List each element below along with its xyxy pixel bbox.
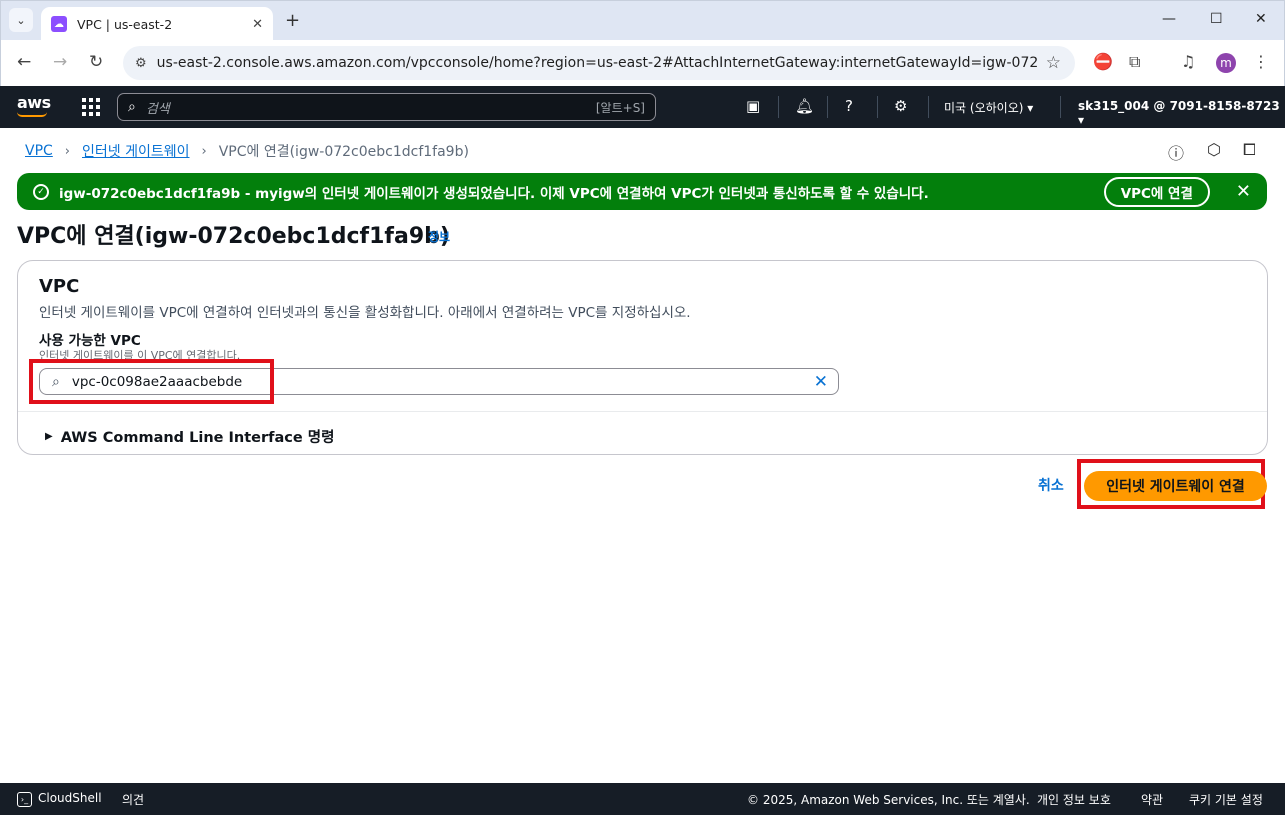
flash-attach-vpc-button[interactable]: VPC에 연결 bbox=[1103, 176, 1210, 207]
address-bar-row: ← → ↻ ⚙ us-east-2.console.aws.amazon.com… bbox=[0, 40, 1285, 86]
vpc-favicon-icon: ☁ bbox=[51, 16, 67, 32]
expander-label: AWS Command Line Interface 명령 bbox=[60, 430, 335, 446]
page-title: VPC에 연결(igw-072c0ebc1dcf1fa9b) bbox=[17, 224, 450, 249]
help-icon[interactable]: ? bbox=[845, 97, 853, 115]
flash-message: igw-072c0ebc1dcf1fa9b - myigw의 인터넷 게이트웨이… bbox=[59, 185, 929, 202]
aws-logo-smile-icon bbox=[17, 112, 47, 117]
breadcrumb-vpc[interactable]: VPC bbox=[25, 143, 53, 159]
success-check-icon: ✓ bbox=[33, 183, 49, 200]
maximize-icon[interactable]: ☐ bbox=[1210, 11, 1223, 27]
footer-cloudshell[interactable]: CloudShell bbox=[38, 791, 102, 805]
highlight-box-vpc-input bbox=[29, 359, 274, 404]
bookmark-star-icon[interactable]: ☆ bbox=[1046, 53, 1061, 73]
caret-right-icon: ▶ bbox=[45, 431, 53, 442]
available-vpc-label: 사용 가능한 VPC bbox=[39, 333, 141, 349]
window-close-icon[interactable]: ✕ bbox=[1255, 11, 1267, 27]
browser-menu-icon[interactable]: ⋮ bbox=[1253, 52, 1269, 71]
cloudshell-icon: ›_ bbox=[17, 792, 32, 807]
extension-adblock-icon[interactable]: ⛔ bbox=[1093, 52, 1113, 71]
footer-terms[interactable]: 약관 bbox=[1141, 791, 1163, 808]
footer-cookies[interactable]: 쿠키 기본 설정 bbox=[1189, 791, 1263, 808]
attach-internet-gateway-button[interactable]: 인터넷 게이트웨이 연결 bbox=[1084, 471, 1267, 501]
vpc-container: VPC 인터넷 게이트웨이를 VPC에 연결하여 인터넷과의 통신을 활성화합니… bbox=[17, 260, 1268, 455]
chevron-right-icon: › bbox=[201, 143, 207, 159]
profile-avatar[interactable]: m bbox=[1216, 53, 1236, 73]
info-link[interactable]: 정보 bbox=[428, 228, 450, 245]
services-grid-icon[interactable] bbox=[82, 98, 100, 116]
aws-logo[interactable]: aws bbox=[17, 93, 51, 112]
aws-top-nav: aws ⌕ 검색 [알트+S] ▣ 🔔︎ ? ⚙ 미국 (오하이오) ▾ sk3… bbox=[0, 86, 1285, 128]
clear-input-icon[interactable]: ✕ bbox=[814, 372, 828, 392]
url-omnibox[interactable]: ⚙ us-east-2.console.aws.amazon.com/vpcco… bbox=[123, 46, 1075, 80]
divider bbox=[18, 411, 1267, 412]
console-footer: ›_ CloudShell 의견 © 2025, Amazon Web Serv… bbox=[0, 783, 1285, 815]
region-selector[interactable]: 미국 (오하이오) ▾ bbox=[944, 99, 1033, 116]
panel-title: VPC bbox=[39, 276, 80, 297]
footer-privacy[interactable]: 개인 정보 보호 bbox=[1037, 791, 1111, 808]
tab-title: VPC | us-east-2 bbox=[77, 16, 173, 32]
browser-tab-strip: ⌄ ☁ VPC | us-east-2 ✕ + — ☐ ✕ bbox=[0, 0, 1285, 41]
notifications-bell-icon[interactable]: 🔔︎ bbox=[795, 97, 814, 115]
footer-copyright: © 2025, Amazon Web Services, Inc. 또는 계열사… bbox=[747, 793, 1030, 807]
cli-command-expander[interactable]: ▶ AWS Command Line Interface 명령 bbox=[45, 426, 334, 447]
extensions-puzzle-icon[interactable]: ⧉ bbox=[1129, 52, 1140, 72]
cancel-button[interactable]: 취소 bbox=[1038, 475, 1064, 495]
reload-icon[interactable]: ↻ bbox=[89, 52, 103, 72]
feedback-screen-icon[interactable]: ⧠ bbox=[1243, 140, 1256, 160]
search-shortcut: [알트+S] bbox=[595, 100, 645, 115]
flash-close-icon[interactable]: ✕ bbox=[1236, 181, 1251, 202]
account-menu[interactable]: sk315_004 @ 7091-8158-8723 ▾ bbox=[1078, 99, 1285, 127]
info-circle-icon[interactable]: ⓘ bbox=[1168, 140, 1184, 164]
cloudshell-icon[interactable]: ▣ bbox=[746, 97, 760, 115]
search-placeholder: 검색 bbox=[145, 101, 170, 117]
back-icon[interactable]: ← bbox=[17, 52, 31, 72]
panel-description: 인터넷 게이트웨이를 VPC에 연결하여 인터넷과의 통신을 활성화합니다. 아… bbox=[39, 305, 691, 321]
footer-feedback[interactable]: 의견 bbox=[122, 791, 144, 808]
settings-gear-icon[interactable]: ⚙ bbox=[894, 97, 907, 115]
breadcrumb-internet-gateways[interactable]: 인터넷 게이트웨이 bbox=[82, 141, 190, 161]
breadcrumb-current: VPC에 연결(igw-072c0ebc1dcf1fa9b) bbox=[218, 144, 469, 160]
tab-close-icon[interactable]: ✕ bbox=[252, 17, 263, 32]
minimize-icon[interactable]: — bbox=[1162, 11, 1176, 27]
success-flashbar: ✓ igw-072c0ebc1dcf1fa9b - myigw의 인터넷 게이트… bbox=[17, 173, 1267, 210]
chevron-right-icon: › bbox=[64, 143, 70, 159]
breadcrumb: VPC › 인터넷 게이트웨이 › VPC에 연결(igw-072c0ebc1d… bbox=[25, 141, 469, 161]
security-hex-icon[interactable]: ⬡ bbox=[1207, 140, 1221, 159]
new-tab-icon[interactable]: + bbox=[285, 10, 300, 31]
url-text[interactable]: us-east-2.console.aws.amazon.com/vpccons… bbox=[157, 55, 1037, 71]
site-settings-icon[interactable]: ⚙ bbox=[135, 56, 147, 71]
browser-tab[interactable]: ☁ VPC | us-east-2 ✕ bbox=[41, 7, 273, 41]
media-control-icon[interactable]: ♫ bbox=[1181, 52, 1195, 71]
forward-icon[interactable]: → bbox=[53, 52, 67, 72]
tab-search-icon[interactable]: ⌄ bbox=[9, 8, 33, 32]
aws-search-input[interactable]: ⌕ 검색 [알트+S] bbox=[117, 93, 656, 121]
search-icon: ⌕ bbox=[128, 99, 136, 115]
